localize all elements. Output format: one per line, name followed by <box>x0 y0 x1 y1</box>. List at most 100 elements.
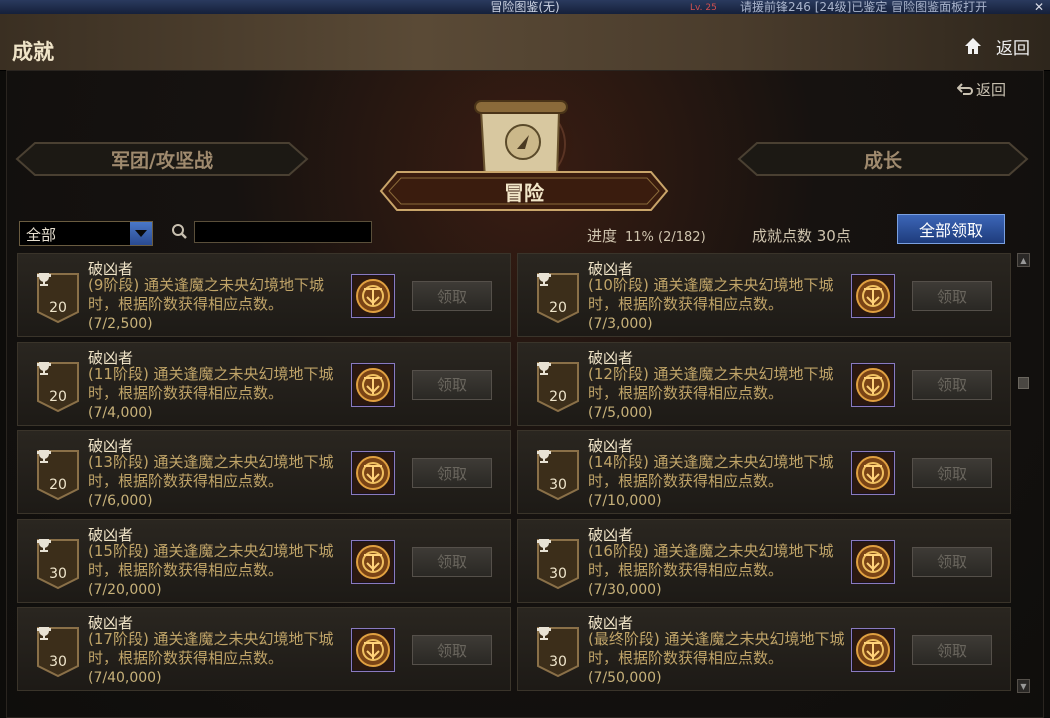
claim-button[interactable]: 领取 <box>912 635 992 665</box>
claim-button[interactable]: 领取 <box>912 546 992 577</box>
page-header: 成就 返回 <box>0 14 1050 71</box>
points-value: 30 <box>549 477 567 493</box>
tab-growth-label: 成长 <box>863 149 902 172</box>
reward-emblem-icon[interactable] <box>351 539 395 584</box>
filter-selected-value: 全部 <box>26 226 57 244</box>
points-badge: 20 <box>36 449 80 501</box>
achievement-progress: (7/6,000) <box>88 493 153 509</box>
list-scrollbar[interactable]: ▲ ▼ <box>1017 253 1031 695</box>
trophy-icon <box>537 361 551 375</box>
trophy-icon <box>537 538 551 552</box>
points-badge: 20 <box>36 272 80 324</box>
tab-adventure[interactable]: 冒险 <box>379 169 669 213</box>
reward-emblem-icon[interactable] <box>351 362 395 407</box>
search-input[interactable] <box>194 221 372 243</box>
scroll-down-icon[interactable]: ▼ <box>1017 679 1030 693</box>
achievement-progress: (7/4,000) <box>88 404 153 421</box>
points-badge: 20 <box>536 361 580 413</box>
achievement-description: (9阶段) 通关逢魔之未央幻境地下城时，根据阶数获得相应点数。 <box>88 276 325 313</box>
points-value: 30 <box>49 654 67 670</box>
achievement-card: 20 破凶者 (12阶段) 通关逢魔之未央幻境地下城时，根据阶数获得相应点数。 (7/… <box>517 341 1011 426</box>
achievement-list: 20 破凶者 (9阶段) 通关逢魔之未央幻境地下城时，根据阶数获得相应点数。 (7/2… <box>17 253 1013 699</box>
points-value: 20 <box>549 388 567 405</box>
trophy-icon <box>537 273 551 286</box>
achievement-card: 30 破凶者 (16阶段) 通关逢魔之未央幻境地下城时，根据阶数获得相应点数。 (7/… <box>517 518 1011 603</box>
achievement-card: 30 破凶者 (15阶段) 通关逢魔之未央幻境地下城时，根据阶数获得相应点数。 (7/… <box>17 518 511 603</box>
trophy-icon <box>37 361 51 375</box>
search-icon <box>172 224 187 239</box>
achievement-description: (16阶段) 通关逢魔之未央幻境地下城时，根据阶数获得相应点数。 <box>588 541 834 579</box>
achievement-card: 20 破凶者 (10阶段) 通关逢魔之未央幻境地下城时，根据阶数获得相应点数。 (7/… <box>517 253 1011 337</box>
achievement-card: 20 破凶者 (11阶段) 通关逢魔之未央幻境地下城时，根据阶数获得相应点数。 (7/… <box>17 341 511 426</box>
achievement-description: (10阶段) 通关逢魔之未央幻境地下城时，根据阶数获得相应点数。 <box>588 276 834 313</box>
trophy-icon <box>37 538 51 552</box>
points-badge: 20 <box>36 361 80 413</box>
claim-button[interactable]: 领取 <box>912 281 992 311</box>
achievement-progress: (7/50,000) <box>588 670 662 686</box>
panel-back-label: 返回 <box>976 81 1007 99</box>
achievement-card: 30 破凶者 (14阶段) 通关逢魔之未央幻境地下城时，根据阶数获得相应点数。 (7/… <box>517 430 1011 514</box>
claim-button[interactable]: 领取 <box>412 458 492 488</box>
points-badge: 30 <box>536 449 580 501</box>
category-filter-select[interactable]: 全部 <box>19 221 153 246</box>
achievement-card: 30 破凶者 (17阶段) 通关逢魔之未央幻境地下城时，根据阶数获得相应点数。 (7/… <box>17 607 511 691</box>
points-badge: 30 <box>36 538 80 590</box>
achievement-card: 20 破凶者 (9阶段) 通关逢魔之未央幻境地下城时，根据阶数获得相应点数。 (7/2… <box>17 253 511 337</box>
chevron-down-icon[interactable] <box>130 222 152 245</box>
home-icon[interactable] <box>963 36 983 56</box>
reward-emblem-icon[interactable] <box>851 362 895 407</box>
achievement-description: (12阶段) 通关逢魔之未央幻境地下城时，根据阶数获得相应点数。 <box>588 364 834 402</box>
achievement-progress: (7/2,500) <box>88 316 153 332</box>
progress-label: 进度 <box>587 227 618 245</box>
reward-emblem-icon[interactable] <box>351 628 395 672</box>
achievement-points: 成就点数 30点 <box>752 227 851 245</box>
progress-readout: 进度 11% (2/182) <box>587 225 706 246</box>
reward-emblem-icon[interactable] <box>851 539 895 584</box>
level-tag: Lv. 25 <box>690 3 717 13</box>
tab-growth[interactable]: 成长 <box>737 141 1029 177</box>
window-titlebar: 冒险图鉴(无) Lv. 25 请援前锋246 [24级]已鉴定 冒险图鉴面板打开… <box>0 0 1050 14</box>
claim-button[interactable]: 领取 <box>412 635 492 665</box>
reward-emblem-icon[interactable] <box>851 274 895 318</box>
achievement-description: (13阶段) 通关逢魔之未央幻境地下城时，根据阶数获得相应点数。 <box>88 453 334 490</box>
achievement-description: (17阶段) 通关逢魔之未央幻境地下城时，根据阶数获得相应点数。 <box>88 630 334 667</box>
trophy-icon <box>37 450 51 463</box>
achievement-description: (最终阶段) 通关逢魔之未央幻境地下城时，根据阶数获得相应点数。 <box>588 630 845 667</box>
achievement-progress: (7/30,000) <box>588 581 662 598</box>
claim-button[interactable]: 领取 <box>912 369 992 400</box>
reward-emblem-icon[interactable] <box>851 451 895 495</box>
tab-legion-siege[interactable]: 军团/攻坚战 <box>15 141 309 177</box>
tab-legion-siege-label: 军团/攻坚战 <box>111 149 213 172</box>
panel-back-button[interactable]: 返回 <box>957 79 1006 100</box>
page-title: 成就 <box>12 39 54 64</box>
scroll-thumb[interactable] <box>1018 377 1029 389</box>
reward-emblem-icon[interactable] <box>351 451 395 495</box>
achievement-description: (14阶段) 通关逢魔之未央幻境地下城时，根据阶数获得相应点数。 <box>588 453 834 490</box>
points-value: 30 <box>549 565 567 582</box>
achievement-card: 30 破凶者 (最终阶段) 通关逢魔之未央幻境地下城时，根据阶数获得相应点数。 (7/… <box>517 607 1011 691</box>
close-icon[interactable]: ✕ <box>1034 0 1044 14</box>
points-badge: 30 <box>536 538 580 590</box>
achievement-progress: (7/10,000) <box>588 493 662 509</box>
scroll-up-icon[interactable]: ▲ <box>1017 253 1030 267</box>
system-ticker: 请援前锋246 [24级]已鉴定 冒险图鉴面板打开 <box>740 0 988 14</box>
header-back-button[interactable]: 返回 <box>996 34 1030 59</box>
points-badge: 30 <box>536 626 580 678</box>
window-title: 冒险图鉴(无) <box>490 0 560 14</box>
points-value: 30 <box>49 565 67 582</box>
trophy-icon <box>37 627 51 640</box>
claim-button[interactable]: 领取 <box>412 281 492 311</box>
points-badge: 30 <box>36 626 80 678</box>
tab-adventure-label: 冒险 <box>504 180 544 205</box>
achievement-progress: (7/40,000) <box>88 670 162 686</box>
claim-button[interactable]: 领取 <box>412 369 492 400</box>
trophy-icon <box>537 627 551 640</box>
claim-all-button[interactable]: 全部领取 <box>897 214 1005 244</box>
claim-button[interactable]: 领取 <box>912 458 992 488</box>
points-value: 20 <box>49 300 67 316</box>
achievement-progress: (7/20,000) <box>88 581 162 598</box>
reward-emblem-icon[interactable] <box>351 274 395 318</box>
claim-button[interactable]: 领取 <box>412 546 492 577</box>
reward-emblem-icon[interactable] <box>851 628 895 672</box>
points-badge: 20 <box>536 272 580 324</box>
